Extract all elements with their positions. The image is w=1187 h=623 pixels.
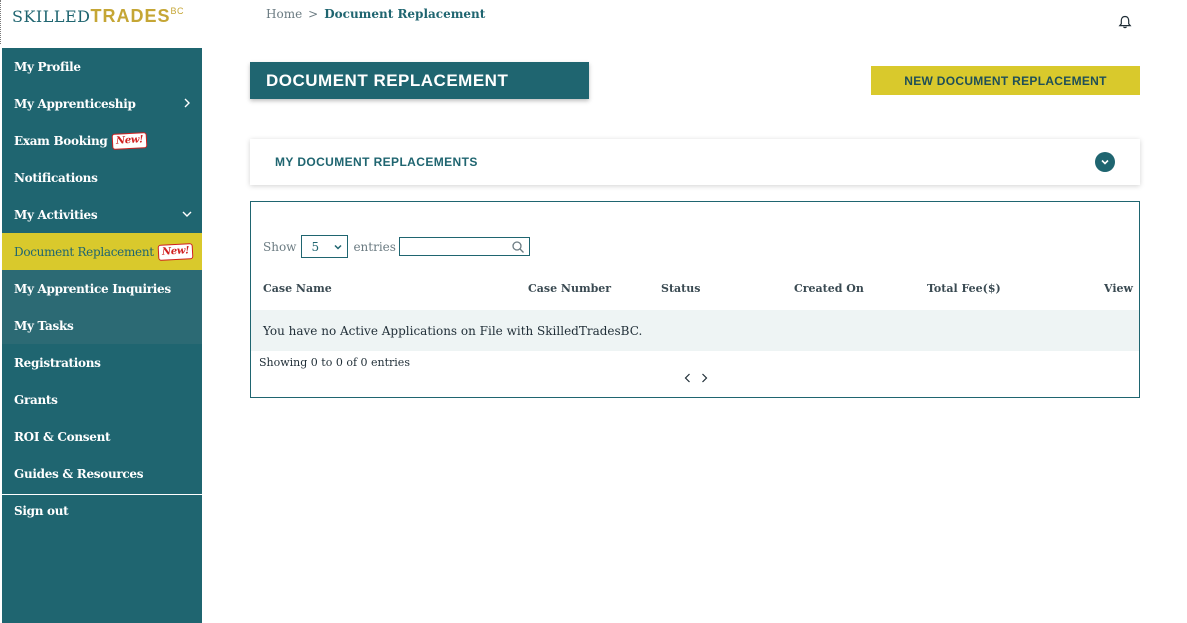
breadcrumb: Home > Document Replacement: [266, 7, 485, 21]
column-header-case-number[interactable]: Case Number: [528, 282, 611, 295]
sidebar-item-label: Notifications: [14, 170, 98, 185]
search-input[interactable]: [399, 237, 530, 256]
page-title: DOCUMENT REPLACEMENT: [250, 62, 589, 99]
table-info: Showing 0 to 0 of 0 entries: [259, 356, 410, 369]
logo-text-skilled: SKILLED: [12, 7, 91, 26]
new-badge: New!: [157, 242, 194, 261]
column-header-status[interactable]: Status: [661, 282, 700, 295]
entries-label: entries: [353, 239, 396, 254]
entries-select[interactable]: 5: [301, 235, 349, 258]
pagination: [683, 369, 709, 383]
new-badge: New!: [111, 131, 148, 150]
column-header-created-on[interactable]: Created On: [794, 282, 864, 295]
column-header-total-fee[interactable]: Total Fee($): [927, 282, 1001, 295]
logo-text-bc: BC: [170, 6, 185, 16]
chevron-down-icon: [1101, 159, 1109, 165]
sidebar-item-label: Document Replacement: [14, 244, 154, 259]
sidebar-item-my-tasks[interactable]: My Tasks: [2, 307, 202, 344]
sidebar-item-label: My Profile: [14, 59, 81, 74]
sidebar-item-my-apprenticeship[interactable]: My Apprenticeship: [2, 85, 202, 122]
applications-table-panel: Show 5 entries Case Name Case Number Sta…: [250, 201, 1140, 398]
empty-table-row: You have no Active Applications on File …: [251, 310, 1139, 351]
sidebar-item-label: My Apprenticeship: [14, 96, 136, 111]
breadcrumb-home[interactable]: Home: [266, 7, 302, 21]
chevron-down-icon: [182, 211, 192, 217]
sidebar-item-label: My Tasks: [14, 318, 74, 333]
sidebar-item-label: My Apprentice Inquiries: [14, 281, 171, 296]
sidebar-item-notifications[interactable]: Notifications: [2, 159, 202, 196]
accordion-label: MY DOCUMENT REPLACEMENTS: [275, 155, 478, 169]
sidebar-item-guides-resources[interactable]: Guides & Resources: [2, 455, 202, 492]
sidebar-item-document-replacement[interactable]: Document Replacement New!: [2, 233, 202, 270]
breadcrumb-separator: >: [308, 7, 319, 21]
search-icon: [512, 241, 524, 253]
logo-text-trades: TRADES: [90, 6, 171, 26]
next-page-button[interactable]: [700, 369, 709, 383]
sidebar-item-my-activities[interactable]: My Activities: [2, 196, 202, 233]
sidebar-item-label: Grants: [14, 392, 58, 407]
sidebar-item-label: Registrations: [14, 355, 101, 370]
entries-length-control: Show 5 entries: [263, 235, 396, 258]
sidebar-item-exam-booking[interactable]: Exam Booking New!: [2, 122, 202, 159]
show-label: Show: [263, 239, 297, 254]
empty-message: You have no Active Applications on File …: [263, 323, 643, 338]
column-header-view[interactable]: View: [1104, 282, 1133, 295]
window-edge: [0, 0, 2, 44]
chevron-down-icon: [334, 244, 342, 250]
next-page-icon: [702, 373, 708, 383]
sidebar-item-label: ROI & Consent: [14, 429, 111, 444]
new-document-replacement-button[interactable]: NEW DOCUMENT REPLACEMENT: [871, 66, 1140, 95]
logo[interactable]: SKILLEDTRADESBC: [12, 6, 184, 27]
sidebar-item-my-apprentice-inquiries[interactable]: My Apprentice Inquiries: [2, 270, 202, 307]
sidebar-item-registrations[interactable]: Registrations: [2, 344, 202, 381]
sidebar: My Profile My Apprenticeship Exam Bookin…: [2, 48, 202, 623]
column-header-case-name[interactable]: Case Name: [263, 282, 332, 295]
bell-icon[interactable]: [1117, 14, 1133, 30]
sidebar-item-label: Guides & Resources: [14, 466, 144, 481]
entries-select-value: 5: [311, 239, 320, 254]
sidebar-item-roi-consent[interactable]: ROI & Consent: [2, 418, 202, 455]
my-document-replacements-accordion[interactable]: MY DOCUMENT REPLACEMENTS: [250, 139, 1140, 185]
sidebar-item-sign-out[interactable]: Sign out: [2, 492, 202, 529]
prev-page-button[interactable]: [683, 369, 692, 383]
breadcrumb-current: Document Replacement: [324, 7, 486, 21]
sidebar-item-label: My Activities: [14, 207, 98, 222]
sidebar-item-label: Sign out: [14, 503, 69, 518]
prev-page-icon: [684, 373, 690, 383]
sidebar-item-my-profile[interactable]: My Profile: [2, 48, 202, 85]
sidebar-item-label: Exam Booking: [14, 133, 108, 148]
sidebar-item-grants[interactable]: Grants: [2, 381, 202, 418]
chevron-right-icon: [184, 98, 190, 108]
accordion-toggle[interactable]: [1095, 152, 1115, 172]
